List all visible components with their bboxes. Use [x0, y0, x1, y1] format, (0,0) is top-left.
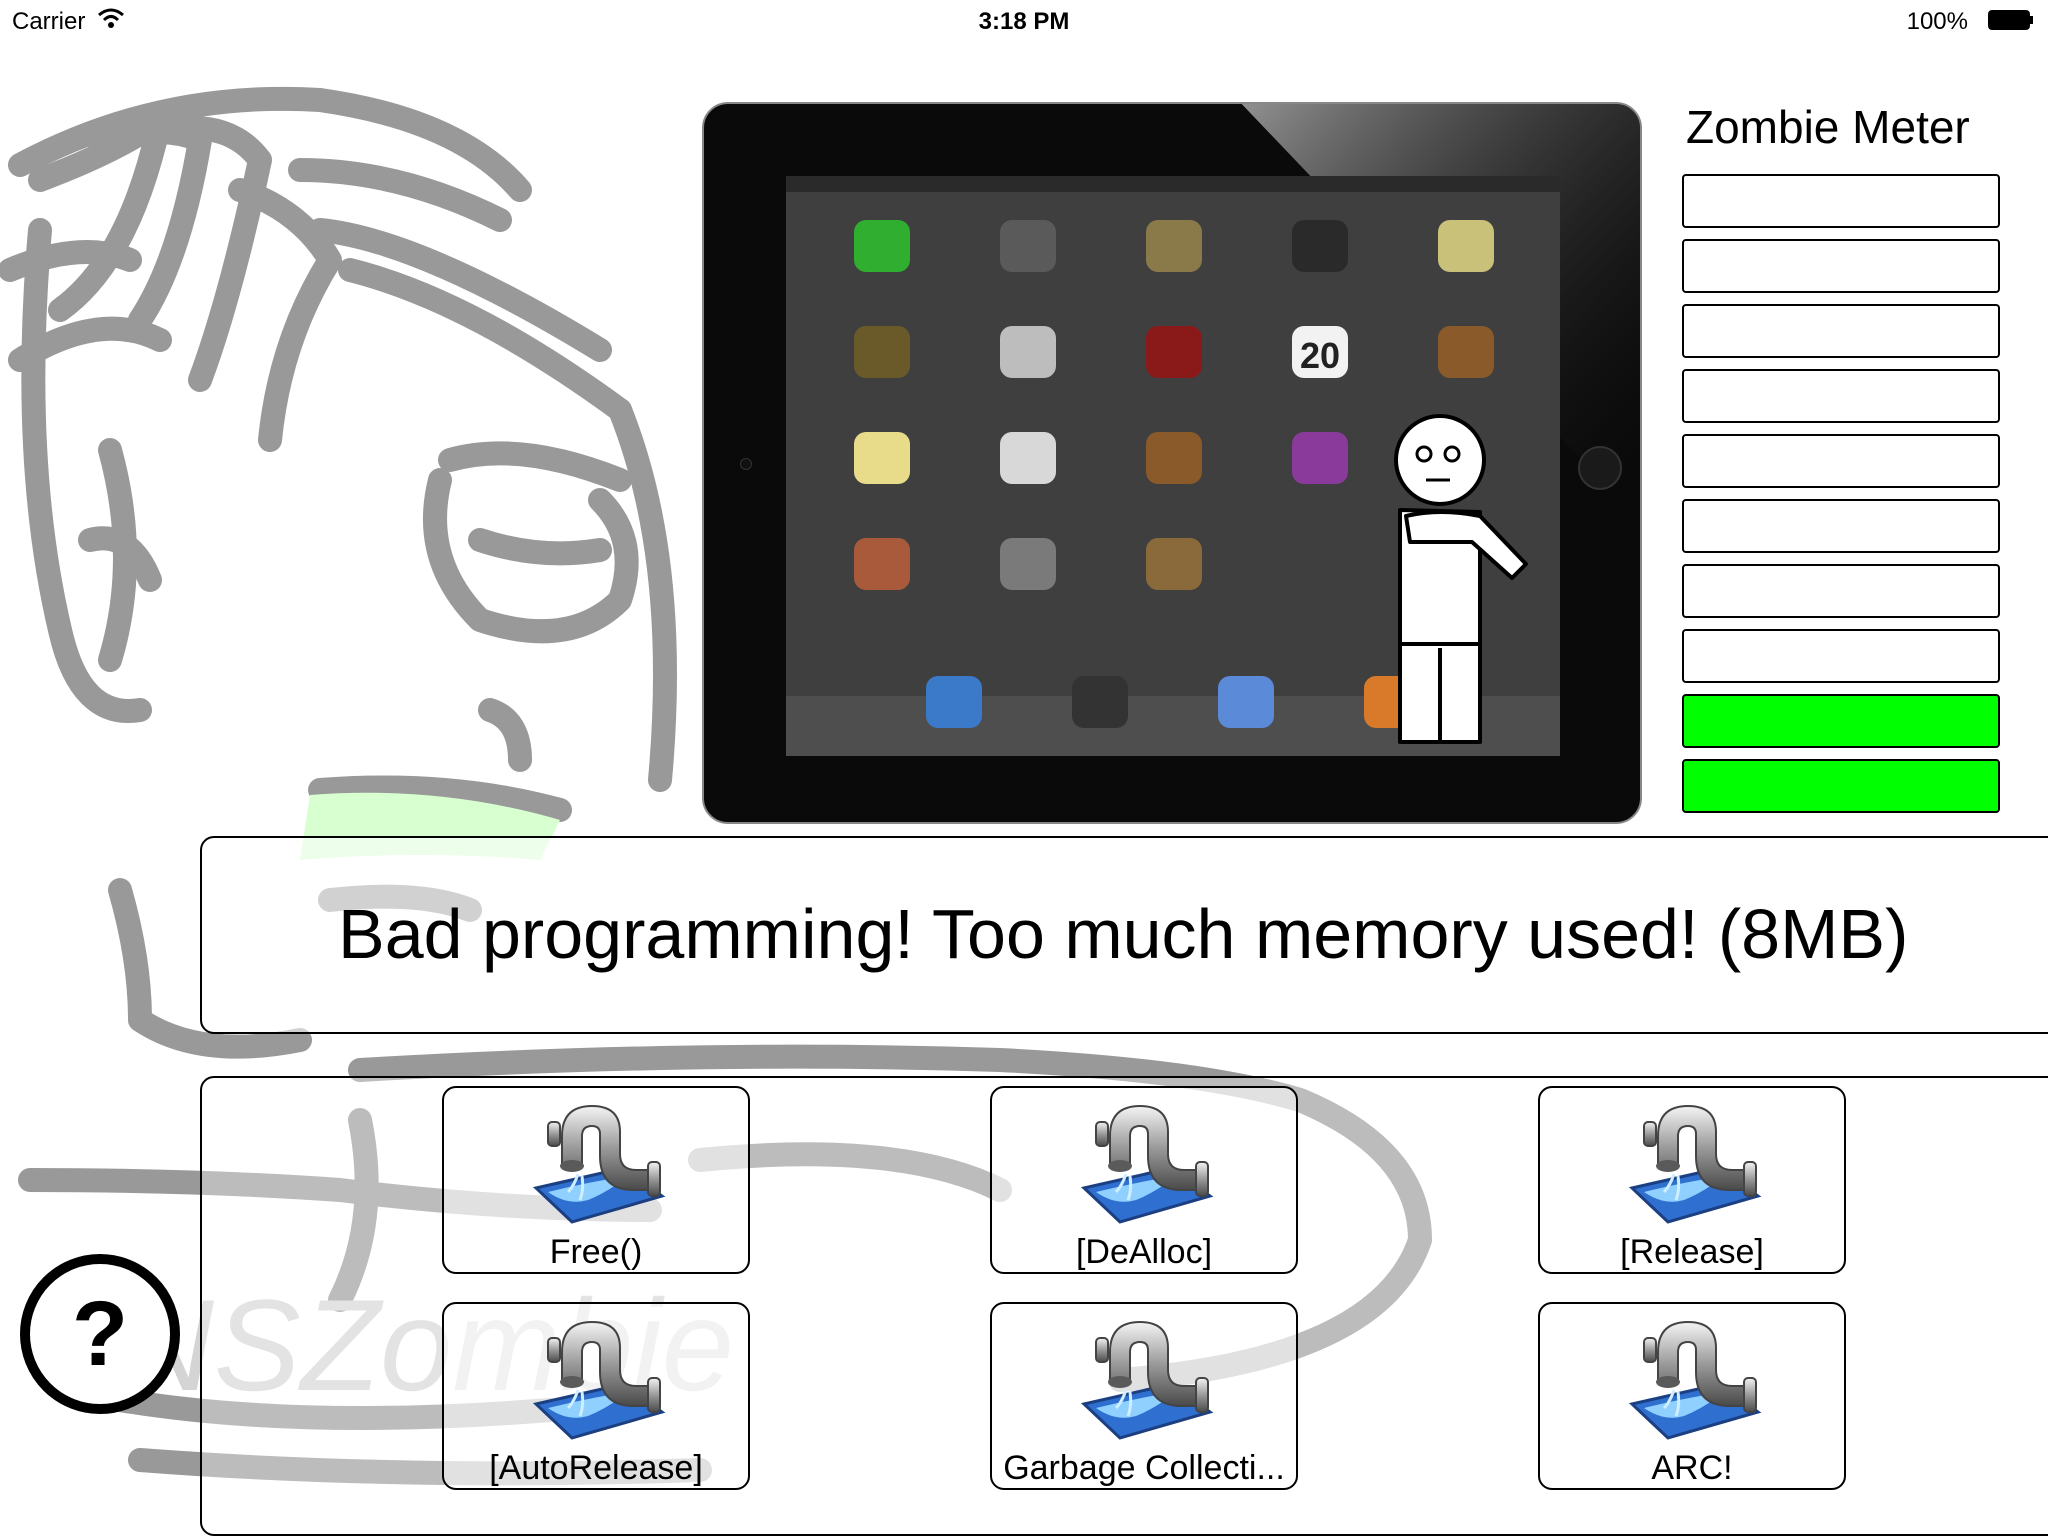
pipe-icon [534, 1320, 664, 1440]
free-button-label: Free() [549, 1233, 643, 1271]
ipad-home-button [1578, 446, 1622, 490]
pipe-icon [1082, 1104, 1212, 1224]
arc-button[interactable]: ARC! [1538, 1302, 1846, 1490]
calendar-date: 20 [1300, 335, 1340, 376]
status-message: Bad programming! Too much memory used! (… [338, 895, 1909, 973]
pipe-icon [534, 1104, 664, 1224]
status-bar: Carrier 3:18 PM 100% [0, 0, 2048, 42]
clock: 3:18 PM [978, 8, 1070, 35]
free-button[interactable]: Free() [442, 1086, 750, 1274]
zombie-meter-bar [1682, 304, 2000, 358]
zombie-meter-bar [1682, 369, 2000, 423]
pipe-icon [1630, 1320, 1760, 1440]
arc-button-label: ARC! [1651, 1449, 1733, 1487]
garbage-collection-button-label: Garbage Collecti... [1003, 1449, 1285, 1487]
zombie-meter-bar [1682, 434, 2000, 488]
help-button[interactable]: ? [20, 1254, 180, 1414]
zombie-meter-bar [1682, 499, 2000, 553]
zombie-meter-bar [1682, 239, 2000, 293]
ipad-camera [740, 458, 752, 470]
zombie-meter-title: Zombie Meter [1686, 101, 1970, 153]
autorelease-button[interactable]: [AutoRelease] [442, 1302, 750, 1490]
zombie-meter-bar [1682, 694, 2000, 748]
release-button-label: [Release] [1620, 1233, 1764, 1271]
zombie-meter-bar [1682, 174, 2000, 228]
pipe-icon [1630, 1104, 1760, 1224]
zombie-character [1394, 414, 1528, 744]
question-mark-icon: ? [71, 1283, 129, 1385]
garbage-collection-button[interactable]: Garbage Collecti... [990, 1302, 1298, 1490]
zombie-meter-bar [1682, 629, 2000, 683]
battery-percent: 100% [1906, 8, 1968, 35]
release-button[interactable]: [Release] [1538, 1086, 1846, 1274]
zombie-meter [1682, 174, 2004, 824]
zombie-meter-bar [1682, 564, 2000, 618]
dealloc-button[interactable]: [DeAlloc] [990, 1086, 1298, 1274]
battery-icon [1988, 10, 2033, 30]
pipe-icon [1082, 1320, 1212, 1440]
zombie-meter-bar [1682, 759, 2000, 813]
autorelease-button-label: [AutoRelease] [489, 1449, 703, 1487]
dealloc-button-label: [DeAlloc] [1075, 1233, 1213, 1271]
message-box: Bad programming! Too much memory used! (… [200, 836, 2048, 1034]
